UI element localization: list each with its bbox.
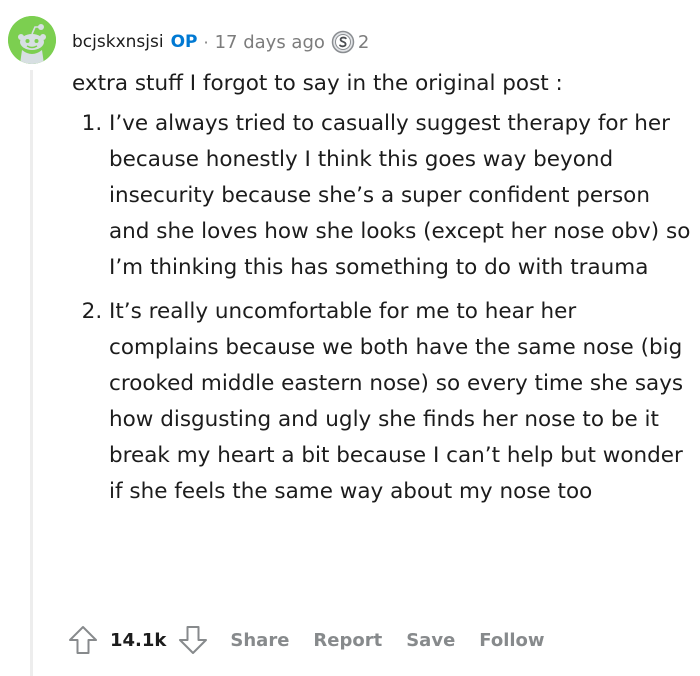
separator-dot: · (203, 32, 209, 52)
award-count: 2 (357, 31, 370, 53)
op-badge: OP (170, 32, 198, 52)
action-bar: 14.1k Share Report Save Follow (66, 620, 545, 660)
save-button[interactable]: Save (406, 630, 455, 651)
share-button[interactable]: Share (230, 630, 289, 651)
follow-button[interactable]: Follow (479, 630, 544, 651)
downvote-arrow-icon (179, 626, 208, 654)
comment-header: bcjskxnsjsi OP · 17 days ago 2 (72, 28, 369, 56)
comment-body: extra stuff I forgot to say in the origi… (72, 66, 692, 518)
upvote-button[interactable] (66, 623, 100, 657)
list-item: It’s really uncomfortable for me to hear… (109, 294, 692, 510)
snoo-avatar-icon (8, 16, 56, 64)
comment-list: I’ve always tried to casually suggest th… (72, 106, 692, 510)
thread-line[interactable] (30, 70, 33, 676)
silver-award-icon (331, 30, 355, 54)
username-link[interactable]: bcjskxnsjsi (72, 32, 164, 52)
vote-score: 14.1k (110, 629, 167, 651)
list-item: I’ve always tried to casually suggest th… (109, 106, 692, 286)
report-button[interactable]: Report (313, 630, 382, 651)
timestamp-link[interactable]: 17 days ago (215, 32, 325, 53)
award[interactable]: 2 (331, 30, 369, 54)
upvote-arrow-icon (69, 626, 97, 654)
downvote-button[interactable] (176, 623, 210, 657)
comment-intro: extra stuff I forgot to say in the origi… (72, 71, 563, 96)
avatar[interactable] (8, 16, 56, 64)
